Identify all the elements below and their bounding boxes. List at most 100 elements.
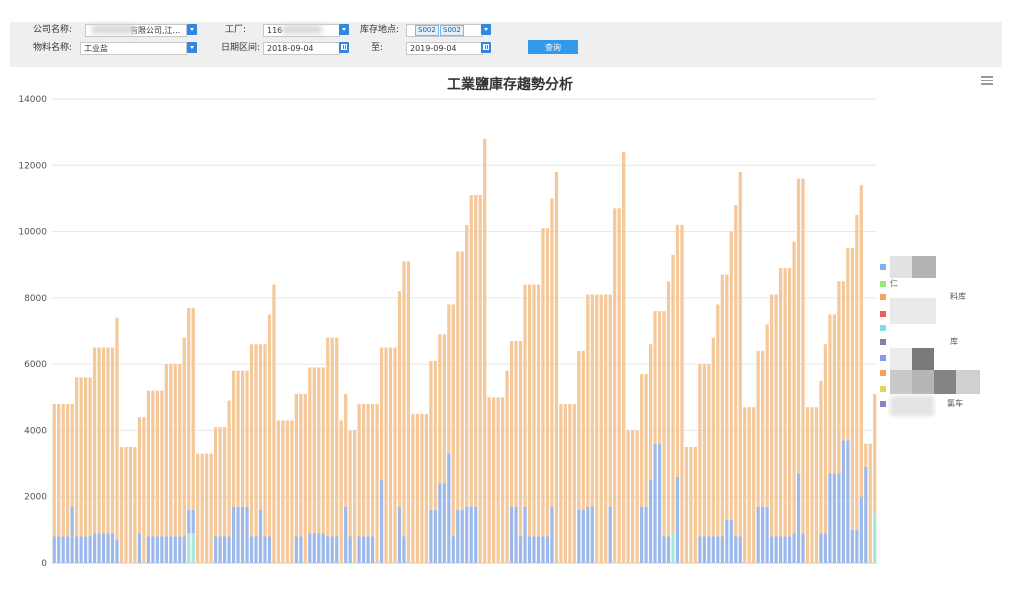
bar-segment-blue[interactable] [214, 536, 218, 563]
bar-segment-orange[interactable] [339, 420, 343, 563]
bar-segment-blue[interactable] [514, 506, 518, 563]
bar-segment-orange[interactable] [765, 324, 769, 507]
bar-segment-orange[interactable] [411, 413, 415, 563]
bar-segment-orange[interactable] [743, 407, 747, 563]
bar-segment-orange[interactable] [151, 390, 155, 537]
bar-segment-orange[interactable] [545, 228, 550, 537]
bar-segment-cyan[interactable] [187, 533, 191, 563]
bar-segment-orange[interactable] [778, 268, 783, 537]
bar-segment-orange[interactable] [832, 314, 837, 474]
bar-segment-orange[interactable] [285, 420, 290, 563]
bar-segment-blue[interactable] [608, 506, 612, 563]
bar-segment-orange[interactable] [142, 417, 146, 563]
bar-segment-blue[interactable] [258, 509, 263, 563]
bar-segment-orange[interactable] [846, 248, 850, 441]
bar-segment-orange[interactable] [160, 390, 164, 537]
bar-segment-orange[interactable] [801, 178, 805, 534]
bar-segment-orange[interactable] [702, 364, 706, 537]
bar-segment-blue[interactable] [357, 536, 361, 563]
bar-segment-blue[interactable] [75, 536, 79, 563]
bar-segment-blue[interactable] [841, 440, 845, 563]
bar-segment-orange[interactable] [828, 314, 832, 474]
bar-segment-orange[interactable] [747, 407, 751, 563]
bar-segment-orange[interactable] [518, 340, 523, 537]
bar-segment-blue[interactable] [783, 536, 787, 563]
bar-segment-orange[interactable] [353, 430, 357, 563]
bar-segment-orange[interactable] [335, 337, 339, 537]
bar-segment-blue[interactable] [106, 533, 110, 563]
bar-segment-blue[interactable] [326, 536, 330, 563]
bar-segment-orange[interactable] [474, 195, 478, 507]
bar-segment-blue[interactable] [155, 536, 159, 563]
bar-segment-orange[interactable] [514, 340, 518, 507]
legend-item[interactable]: 仁 [880, 278, 980, 290]
bar-segment-orange[interactable] [837, 281, 841, 474]
bar-segment-orange[interactable] [465, 224, 469, 507]
bar-segment-orange[interactable] [438, 334, 442, 484]
bar-segment-blue[interactable] [666, 536, 671, 563]
bar-segment-orange[interactable] [823, 344, 828, 534]
bar-segment-orange[interactable] [653, 311, 657, 444]
bar-segment-blue[interactable] [801, 533, 805, 563]
bar-segment-blue[interactable] [294, 536, 298, 563]
bar-segment-orange[interactable] [460, 251, 464, 510]
bar-segment-blue[interactable] [729, 519, 733, 563]
bar-segment-orange[interactable] [348, 430, 352, 537]
bar-segment-orange[interactable] [308, 367, 312, 534]
bar-segment-blue[interactable] [115, 539, 119, 563]
bar-segment-blue[interactable] [774, 536, 778, 563]
bar-segment-blue[interactable] [348, 536, 352, 563]
bar-segment-orange[interactable] [662, 311, 666, 537]
bar-segment-orange[interactable] [635, 430, 639, 563]
bar-segment-orange[interactable] [200, 453, 204, 563]
bar-segment-blue[interactable] [523, 506, 527, 563]
bar-segment-orange[interactable] [406, 261, 411, 563]
bar-segment-orange[interactable] [756, 350, 760, 507]
bar-segment-orange[interactable] [550, 198, 554, 507]
bar-segment-orange[interactable] [447, 304, 451, 454]
bar-segment-orange[interactable] [689, 447, 693, 563]
bar-segment-blue[interactable] [438, 483, 442, 563]
bar-segment-orange[interactable] [859, 185, 863, 497]
bar-segment-orange[interactable] [442, 334, 446, 484]
bar-segment-orange[interactable] [402, 261, 406, 537]
bar-segment-orange[interactable] [581, 350, 585, 510]
bar-segment-orange[interactable] [787, 268, 792, 537]
bar-segment-orange[interactable] [182, 337, 186, 537]
bar-segment-blue[interactable] [344, 506, 348, 563]
bar-segment-orange[interactable] [290, 420, 294, 563]
bar-segment-blue[interactable] [550, 506, 554, 563]
bar-segment-orange[interactable] [227, 400, 231, 537]
bar-segment-blue[interactable] [653, 443, 657, 563]
bar-segment-orange[interactable] [299, 393, 303, 537]
bar-segment-orange[interactable] [657, 311, 662, 444]
bar-segment-blue[interactable] [456, 509, 460, 563]
bar-segment-blue[interactable] [586, 506, 590, 563]
bar-segment-blue[interactable] [429, 509, 433, 563]
bar-segment-blue[interactable] [88, 536, 92, 563]
bar-segment-orange[interactable] [559, 403, 563, 563]
bar-segment-orange[interactable] [276, 420, 281, 563]
bar-segment-orange[interactable] [155, 390, 159, 537]
bar-segment-orange[interactable] [456, 251, 460, 510]
bar-segment-orange[interactable] [209, 453, 213, 563]
bar-segment-blue[interactable] [819, 533, 823, 563]
bar-segment-orange[interactable] [303, 393, 307, 563]
bar-segment-blue[interactable] [317, 533, 321, 563]
bar-segment-orange[interactable] [478, 195, 482, 564]
bar-segment-orange[interactable] [397, 291, 402, 507]
bar-segment-orange[interactable] [527, 284, 532, 537]
bar-segment-orange[interactable] [814, 407, 819, 563]
bar-segment-blue[interactable] [796, 473, 801, 563]
bar-segment-orange[interactable] [572, 403, 576, 563]
bar-segment-orange[interactable] [70, 403, 74, 507]
bar-segment-blue[interactable] [787, 536, 792, 563]
bar-segment-blue[interactable] [442, 483, 446, 563]
bar-segment-orange[interactable] [770, 294, 774, 537]
bar-segment-blue[interactable] [231, 506, 236, 563]
bar-segment-orange[interactable] [631, 430, 635, 563]
bar-segment-orange[interactable] [536, 284, 541, 537]
bar-segment-orange[interactable] [429, 360, 433, 510]
bar-segment-blue[interactable] [451, 536, 455, 563]
bar-segment-orange[interactable] [263, 344, 267, 537]
